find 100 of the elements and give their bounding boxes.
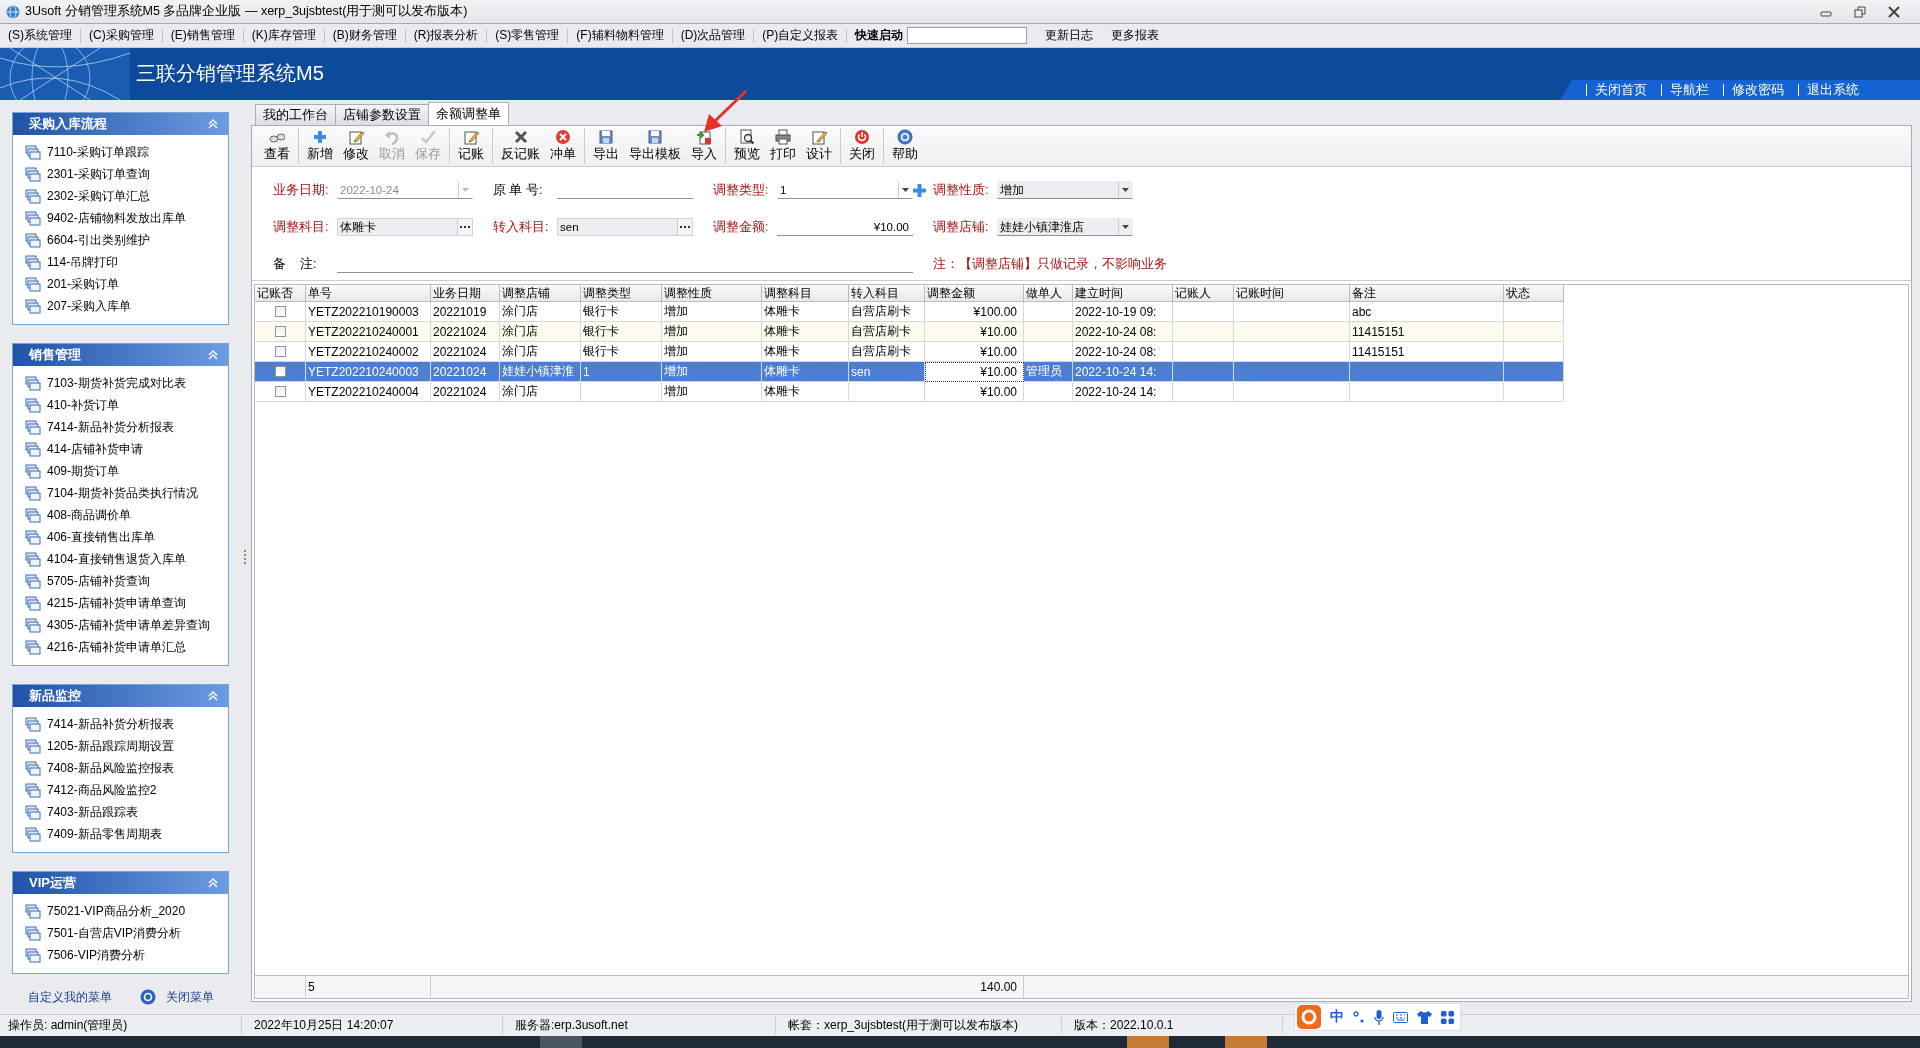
menu-item[interactable]: 2302-采购订单汇总 xyxy=(47,187,150,205)
toolbar-button[interactable]: 冲单 xyxy=(545,128,581,164)
column-header[interactable]: 记账人 xyxy=(1173,285,1234,302)
menu-item[interactable]: 7501-自营店VIP消费分析 xyxy=(47,924,182,942)
menu-item[interactable]: 7104-期货补货品类执行情况 xyxy=(47,484,198,502)
restore-icon[interactable] xyxy=(1854,5,1866,18)
tab[interactable]: 余额调整单 xyxy=(428,102,509,125)
menu-item[interactable]: (S)系统管理 xyxy=(4,27,76,44)
dropdown-field[interactable]: 娃娃小镇津淮店 xyxy=(997,218,1133,236)
column-header[interactable]: 调整金额 xyxy=(925,285,1024,302)
table-row[interactable]: YETZ202210240001 20221024 涂门店 银行卡 增加 体雕卡 自营店刷卡 ¥10.00 2022-10-24 08: 11415151 xyxy=(255,322,1564,342)
column-header[interactable]: 调整性质 xyxy=(662,285,762,302)
toolbar-button[interactable]: 打印 xyxy=(765,128,801,164)
table-row[interactable]: YETZ202210240004 20221024 涂门店 增加 体雕卡 ¥10.00 2022-10-24 14: xyxy=(255,382,1564,402)
menu-item[interactable]: 7408-新品风险监控报表 xyxy=(47,759,174,777)
header-link[interactable]: 导航栏 xyxy=(1661,84,1723,96)
menu-item[interactable]: 114-吊牌打印 xyxy=(47,253,119,271)
checkbox[interactable] xyxy=(274,306,286,317)
menu-item[interactable]: (E)销售管理 xyxy=(166,27,239,44)
menu-item[interactable]: 7403-新品跟踪表 xyxy=(47,803,138,821)
close-menu-link[interactable]: 关闭菜单 xyxy=(166,988,214,1006)
menu-item[interactable]: 4305-店铺补货申请单差异查询 xyxy=(47,616,210,634)
menu-item[interactable]: 201-采购订单 xyxy=(47,275,120,293)
column-header[interactable]: 调整类型 xyxy=(581,285,662,302)
amount-field[interactable]: ¥10.00 xyxy=(777,218,913,236)
column-header[interactable]: 记账时间 xyxy=(1234,285,1350,302)
column-header[interactable]: 记账否 xyxy=(255,285,306,302)
checkbox[interactable] xyxy=(274,326,286,337)
collapse-icon[interactable] xyxy=(208,350,218,360)
toolbar-button[interactable]: 关闭 xyxy=(844,128,880,164)
toolbar-button[interactable]: 新增 xyxy=(302,128,338,164)
toolbar-button[interactable]: 帮助 xyxy=(887,128,923,164)
menu-item[interactable]: (S)零售管理 xyxy=(491,27,564,44)
customize-menu-link[interactable]: 自定义我的菜单 xyxy=(28,988,112,1006)
input-mode-indicator[interactable]: 中 xyxy=(1330,1008,1344,1026)
column-header[interactable]: 调整店铺 xyxy=(500,285,581,302)
menu-item[interactable]: 7103-期货补货完成对比表 xyxy=(47,374,186,392)
lookup-field[interactable]: sen xyxy=(557,218,693,236)
menu-item[interactable]: (P)自定义报表 xyxy=(758,27,843,44)
toolbar-button[interactable]: 导出模板 xyxy=(624,128,686,164)
quick-launch-field[interactable] xyxy=(907,27,1028,44)
tab[interactable]: 店铺参数设置 xyxy=(335,104,429,125)
menu-item[interactable]: 5705-店铺补货查询 xyxy=(47,572,150,590)
menu-item[interactable]: 7409-新品零售周期表 xyxy=(47,825,162,843)
menu-item[interactable]: 409-期货订单 xyxy=(47,462,120,480)
menu-item[interactable]: 7506-VIP消费分析 xyxy=(47,946,146,964)
menu-item[interactable]: 9402-店铺物料发放出库单 xyxy=(47,209,186,227)
checkbox[interactable] xyxy=(274,386,286,397)
menu-item[interactable]: 7110-采购订单跟踪 xyxy=(47,143,149,161)
collapse-icon[interactable] xyxy=(208,691,218,701)
toolbar-button[interactable]: 修改 xyxy=(338,128,374,164)
toolbar-button[interactable]: 记账 xyxy=(453,128,489,164)
menu-item[interactable]: 7414-新品补货分析报表 xyxy=(47,418,174,436)
menu-item[interactable]: (D)次品管理 xyxy=(676,27,750,44)
header-link[interactable]: 退出系统 xyxy=(1798,84,1873,96)
grid-icon[interactable] xyxy=(1441,1010,1454,1024)
plus-icon[interactable] xyxy=(913,183,926,197)
menu-item[interactable]: (F)辅料物料管理 xyxy=(572,27,668,44)
column-header[interactable]: 状态 xyxy=(1504,285,1564,302)
column-header[interactable]: 建立时间 xyxy=(1073,285,1173,302)
microphone-icon[interactable] xyxy=(1374,1009,1384,1025)
toolbar-button[interactable]: 设计 xyxy=(801,128,837,164)
column-header[interactable]: 备注 xyxy=(1350,285,1504,302)
menu-item[interactable]: 414-店铺补货申请 xyxy=(47,440,144,458)
menu-item[interactable]: 406-直接销售出库单 xyxy=(47,528,156,546)
dropdown-field[interactable]: 1 xyxy=(777,181,913,199)
column-header[interactable]: 调整科目 xyxy=(762,285,849,302)
dropdown-field[interactable]: 增加 xyxy=(997,181,1133,199)
collapse-icon[interactable] xyxy=(208,119,218,129)
column-header[interactable]: 转入科目 xyxy=(849,285,925,302)
tab[interactable]: 我的工作台 xyxy=(255,104,336,125)
punctuation-icon[interactable] xyxy=(1353,1010,1365,1024)
toolbar-button[interactable]: 反记账 xyxy=(496,128,545,164)
collapse-icon[interactable] xyxy=(208,878,218,888)
splitter-handle-icon[interactable] xyxy=(244,550,246,564)
menu-item[interactable]: 2301-采购订单查询 xyxy=(47,165,150,183)
menu-item[interactable]: 7412-商品风险监控2 xyxy=(47,781,157,799)
menu-item[interactable]: (K)库存管理 xyxy=(247,27,320,44)
table-row[interactable]: YETZ202210240003 20221024 娃娃小镇津淮 1 增加 体雕卡 sen ¥10.00 管理员 2022-10-24 14: xyxy=(255,362,1564,382)
checkbox[interactable] xyxy=(274,346,286,357)
menu-item[interactable]: 4215-店铺补货申请单查询 xyxy=(47,594,186,612)
menu-item[interactable]: (C)采购管理 xyxy=(85,27,158,44)
menu-item[interactable]: 1205-新品跟踪周期设置 xyxy=(47,737,174,755)
menu-item[interactable]: 207-采购入库单 xyxy=(47,297,132,315)
menu-link[interactable]: 更新日志 xyxy=(1045,27,1094,44)
close-icon[interactable] xyxy=(1888,5,1900,18)
shirt-icon[interactable] xyxy=(1417,1010,1432,1024)
checkbox[interactable] xyxy=(274,366,286,377)
menu-item[interactable]: (R)报表分析 xyxy=(409,27,483,44)
menu-item[interactable]: 7414-新品补货分析报表 xyxy=(47,715,174,733)
column-header[interactable]: 单号 xyxy=(306,285,431,302)
menu-item[interactable]: 75021-VIP商品分析_2020 xyxy=(47,902,186,920)
header-link[interactable]: 修改密码 xyxy=(1723,84,1798,96)
menu-item[interactable]: 408-商品调价单 xyxy=(47,506,132,524)
toolbar-button[interactable]: 预览 xyxy=(729,128,765,164)
toolbar-button[interactable]: 导出 xyxy=(588,128,624,164)
lookup-field[interactable]: 体雕卡 xyxy=(337,218,473,236)
header-link[interactable]: 关闭首页 xyxy=(1586,84,1661,96)
column-header[interactable]: 做单人 xyxy=(1024,285,1073,302)
menu-item[interactable]: (B)财务管理 xyxy=(328,27,401,44)
